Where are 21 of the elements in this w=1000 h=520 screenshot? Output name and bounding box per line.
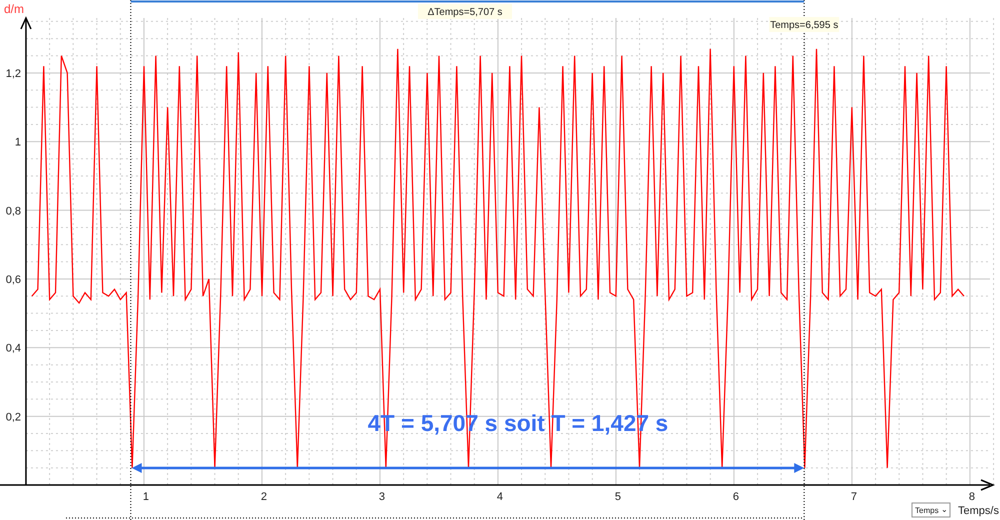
x-axis-label: Temps/s bbox=[958, 505, 999, 517]
cursor-label: Temps=6,595 s bbox=[769, 17, 840, 32]
tick-label: 0,4 bbox=[6, 342, 21, 355]
tick-label: 0,6 bbox=[6, 274, 21, 286]
axis-dropdown[interactable]: Temps ⌄ bbox=[912, 502, 950, 518]
tick-label: 4 bbox=[496, 491, 503, 503]
tick-label: 3 bbox=[378, 491, 386, 503]
tick-label: 5 bbox=[614, 491, 621, 503]
tick-label: 0,2 bbox=[6, 411, 21, 424]
tick-label: 7 bbox=[850, 491, 857, 503]
cursor-line[interactable] bbox=[130, 0, 132, 520]
tick-label: 1 bbox=[142, 491, 150, 503]
tick-label: 6 bbox=[732, 491, 739, 503]
cursor-line[interactable] bbox=[804, 0, 805, 520]
tick-label: 1 bbox=[14, 136, 21, 149]
y-axis-label: d/m bbox=[4, 2, 24, 16]
tick-label: 0,8 bbox=[6, 205, 21, 218]
tick-label: 2 bbox=[260, 491, 268, 503]
delta-label: ΔTemps=5,707 s bbox=[418, 4, 512, 19]
tick-label: 1,2 bbox=[6, 68, 21, 80]
tick-label: 8 bbox=[968, 491, 975, 503]
